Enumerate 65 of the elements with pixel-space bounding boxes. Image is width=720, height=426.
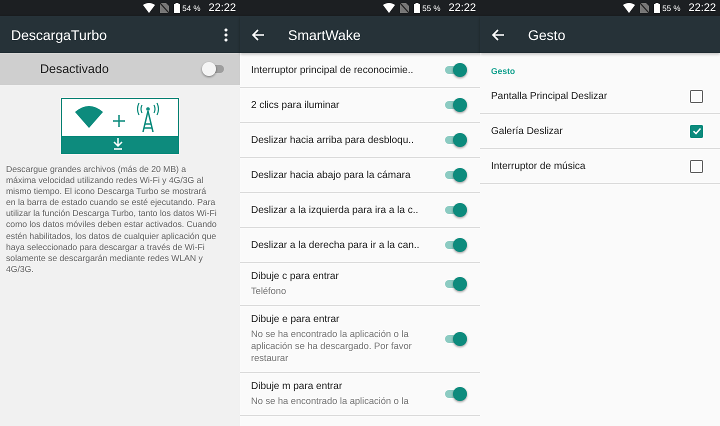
screen-title: DescargaTurbo bbox=[11, 26, 108, 42]
toggle-switch[interactable] bbox=[443, 238, 467, 252]
no-sim-icon bbox=[640, 3, 650, 13]
master-switch-row[interactable]: Desactivado bbox=[0, 53, 240, 85]
toggle-switch[interactable] bbox=[443, 277, 467, 291]
setting-row[interactable]: Dibuje c para entrar Teléfono bbox=[240, 263, 480, 306]
toggle-switch[interactable] bbox=[202, 62, 226, 76]
back-arrow-icon[interactable] bbox=[251, 28, 265, 40]
overflow-menu-icon[interactable] bbox=[224, 28, 228, 42]
setting-summary: No se ha encontrado la aplicación o la bbox=[251, 395, 409, 407]
description-text: Descargue grandes archivos (más de 20 MB) a máxima velocidad utilizando redes Wi-Fi y 4G/3G al mismo tiempo. El icono Descarga Turbo se mostrará en la barra de estado cuando se esté ejecutando. Para utilizar la función Descarga Turbo, tanto los datos Wi-Fi como los datos móviles deben estar activados. Cuando estén habilitados, los datos de cualquier aplicación que haya seleccionado para descargar a través de Wi-Fi solamente se descargarán mediante redes WLAN y 4G/3G. bbox=[5, 164, 218, 275]
battery-icon bbox=[174, 3, 180, 13]
wifi-icon bbox=[623, 3, 636, 13]
clock: 22:22 bbox=[448, 2, 476, 14]
setting-label: Deslizar hacia arriba para desbloqu.. bbox=[251, 134, 414, 146]
setting-label: Dibuje c para entrar bbox=[251, 271, 339, 282]
screen-title: SmartWake bbox=[288, 26, 362, 42]
battery-icon bbox=[414, 3, 420, 13]
switch-label: Desactivado bbox=[40, 62, 109, 76]
toggle-switch[interactable] bbox=[443, 332, 467, 346]
setting-row[interactable]: Deslizar hacia arriba para desbloqu.. bbox=[240, 123, 480, 158]
clock: 22:22 bbox=[688, 2, 716, 14]
toggle-switch[interactable] bbox=[443, 168, 467, 182]
no-sim-icon bbox=[400, 3, 410, 13]
setting-label: Deslizar a la izquierda para ira a la c.. bbox=[251, 204, 418, 216]
battery-percent: 55 % bbox=[662, 4, 680, 12]
setting-row[interactable]: Deslizar a la derecha para ir a la can.. bbox=[240, 228, 480, 263]
checkbox[interactable] bbox=[690, 160, 703, 172]
clock: 22:22 bbox=[208, 2, 236, 14]
section-header: Gesto bbox=[490, 65, 516, 78]
setting-label: Deslizar a la derecha para ir a la can.. bbox=[251, 240, 420, 250]
no-sim-icon bbox=[160, 3, 170, 13]
checkmark-icon bbox=[692, 126, 702, 136]
setting-label: 2 clics para iluminar bbox=[251, 100, 340, 110]
toggle-switch[interactable] bbox=[443, 63, 467, 77]
setting-row[interactable]: Galería Deslizar bbox=[480, 114, 720, 149]
setting-label: Dibuje m para entrar bbox=[251, 381, 344, 392]
setting-label: Deslizar hacia abajo para la cámara bbox=[251, 170, 411, 180]
setting-row[interactable]: Dibuje m para entrar No se ha encontrado la aplicación o la bbox=[240, 373, 480, 416]
back-arrow-icon[interactable] bbox=[491, 28, 505, 40]
checkbox[interactable] bbox=[690, 90, 703, 102]
setting-label: Galería Deslizar bbox=[491, 126, 563, 136]
setting-row[interactable]: 2 clics para iluminar bbox=[240, 88, 480, 123]
setting-row[interactable]: Deslizar hacia abajo para la cámara bbox=[240, 158, 480, 193]
screen-title: Gesto bbox=[528, 26, 566, 42]
toggle-switch[interactable] bbox=[443, 133, 467, 147]
setting-row[interactable]: Interruptor de música bbox=[480, 149, 720, 184]
battery-percent: 55 % bbox=[422, 4, 440, 12]
battery-percent: 54 % bbox=[182, 4, 200, 12]
toggle-switch[interactable] bbox=[443, 203, 467, 217]
checkbox[interactable] bbox=[690, 124, 703, 138]
setting-label: Interruptor principal de reconocimie.. bbox=[251, 64, 414, 76]
wifi-icon bbox=[143, 3, 156, 13]
setting-summary: No se ha encontrado la aplicación o la aplicación se ha descargado. Por favor restaurar bbox=[251, 328, 413, 364]
setting-row[interactable]: Deslizar a la izquierda para ira a la c.. bbox=[240, 193, 480, 228]
setting-label: Interruptor de música bbox=[491, 160, 586, 172]
setting-row[interactable]: Pantalla Principal Deslizar bbox=[480, 79, 720, 114]
wifi-icon bbox=[383, 3, 396, 13]
setting-label: Dibuje e para entrar bbox=[251, 314, 340, 325]
setting-summary: Teléfono bbox=[251, 285, 288, 297]
toggle-switch[interactable] bbox=[443, 98, 467, 112]
toggle-switch[interactable] bbox=[443, 387, 467, 401]
setting-label: Pantalla Principal Deslizar bbox=[491, 90, 608, 102]
setting-row[interactable]: Interruptor principal de reconocimie.. bbox=[240, 53, 480, 88]
battery-icon bbox=[654, 3, 660, 13]
